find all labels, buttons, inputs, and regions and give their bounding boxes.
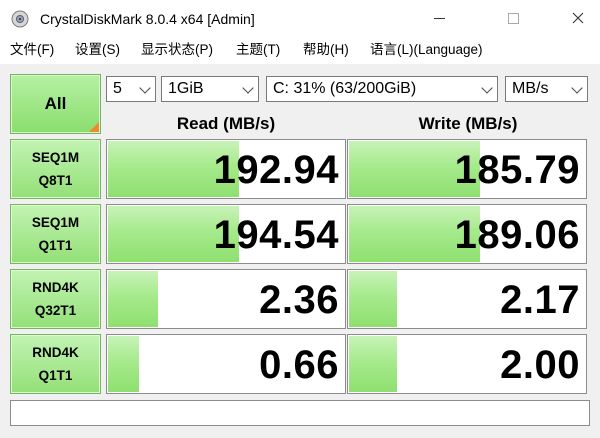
test-name: RND4K	[32, 345, 79, 360]
read-progress-bar	[108, 336, 139, 392]
corner-marker-icon	[89, 122, 99, 132]
test-name: SEQ1M	[31, 150, 80, 165]
test-params: Q8T1	[38, 173, 73, 188]
maximize-icon	[507, 12, 519, 24]
test-count-value: 5	[113, 80, 122, 97]
app-icon	[11, 10, 29, 28]
menu-theme[interactable]: 主题(T)	[236, 41, 280, 59]
minimize-button[interactable]	[416, 0, 462, 36]
all-button-label: All	[44, 94, 67, 113]
test-button-seq1m-q8t1[interactable]: SEQ1M Q8T1	[10, 139, 101, 199]
menu-settings[interactable]: 设置(S)	[75, 41, 120, 59]
close-icon	[572, 12, 584, 24]
read-header: Read (MB/s)	[176, 114, 276, 133]
title-bar: CrystalDiskMark 8.0.4 x64 [Admin]	[0, 0, 600, 36]
maximize-button[interactable]	[490, 0, 536, 36]
read-result: 192.94	[106, 139, 346, 199]
test-button-rnd4k-q32t1[interactable]: RND4K Q32T1	[10, 269, 101, 329]
read-value: 192.94	[213, 148, 339, 192]
test-params: Q1T1	[38, 368, 73, 383]
test-name: SEQ1M	[31, 215, 80, 230]
test-button-seq1m-q1t1[interactable]: SEQ1M Q1T1	[10, 204, 101, 264]
unit-select[interactable]: MB/s	[505, 76, 588, 102]
test-count-select[interactable]: 5	[106, 76, 156, 102]
write-value: 185.79	[454, 148, 580, 192]
chevron-down-icon	[571, 82, 583, 94]
test-params: Q1T1	[38, 238, 73, 253]
menu-file[interactable]: 文件(F)	[10, 41, 54, 59]
write-result: 185.79	[347, 139, 587, 199]
minimize-icon	[433, 17, 445, 19]
write-header: Write (MB/s)	[418, 114, 518, 133]
test-button-rnd4k-q1t1[interactable]: RND4K Q1T1	[10, 334, 101, 394]
test-size-select[interactable]: 1GiB	[161, 76, 259, 102]
comment-box[interactable]	[10, 400, 590, 426]
chevron-down-icon	[139, 82, 151, 94]
write-value: 2.00	[500, 343, 580, 387]
read-value: 2.36	[259, 278, 339, 322]
close-button[interactable]	[555, 0, 600, 36]
drive-select[interactable]: C: 31% (63/200GiB)	[266, 76, 498, 102]
write-progress-bar	[349, 336, 397, 392]
menu-language[interactable]: 语言(L)(Language)	[370, 41, 483, 59]
read-result: 0.66	[106, 334, 346, 394]
unit-value: MB/s	[512, 80, 549, 97]
all-button[interactable]: All	[10, 74, 101, 134]
chevron-down-icon	[242, 82, 254, 94]
write-result: 189.06	[347, 204, 587, 264]
write-value: 189.06	[454, 213, 580, 257]
test-size-value: 1GiB	[168, 80, 204, 97]
read-result: 194.54	[106, 204, 346, 264]
chevron-down-icon	[481, 82, 493, 94]
write-value: 2.17	[500, 278, 580, 322]
drive-value: C: 31% (63/200GiB)	[273, 80, 417, 97]
read-progress-bar	[108, 271, 158, 327]
menu-profile[interactable]: 显示状态(P)	[141, 41, 213, 59]
test-params: Q32T1	[34, 303, 77, 318]
menu-help[interactable]: 帮助(H)	[303, 41, 349, 59]
test-name: RND4K	[32, 280, 79, 295]
read-result: 2.36	[106, 269, 346, 329]
read-value: 0.66	[259, 343, 339, 387]
read-value: 194.54	[213, 213, 339, 257]
menu-bar: 文件(F) 设置(S) 显示状态(P) 主题(T) 帮助(H) 语言(L)(La…	[0, 36, 600, 64]
write-result: 2.17	[347, 269, 587, 329]
write-result: 2.00	[347, 334, 587, 394]
window-title: CrystalDiskMark 8.0.4 x64 [Admin]	[40, 11, 255, 27]
write-progress-bar	[349, 271, 397, 327]
